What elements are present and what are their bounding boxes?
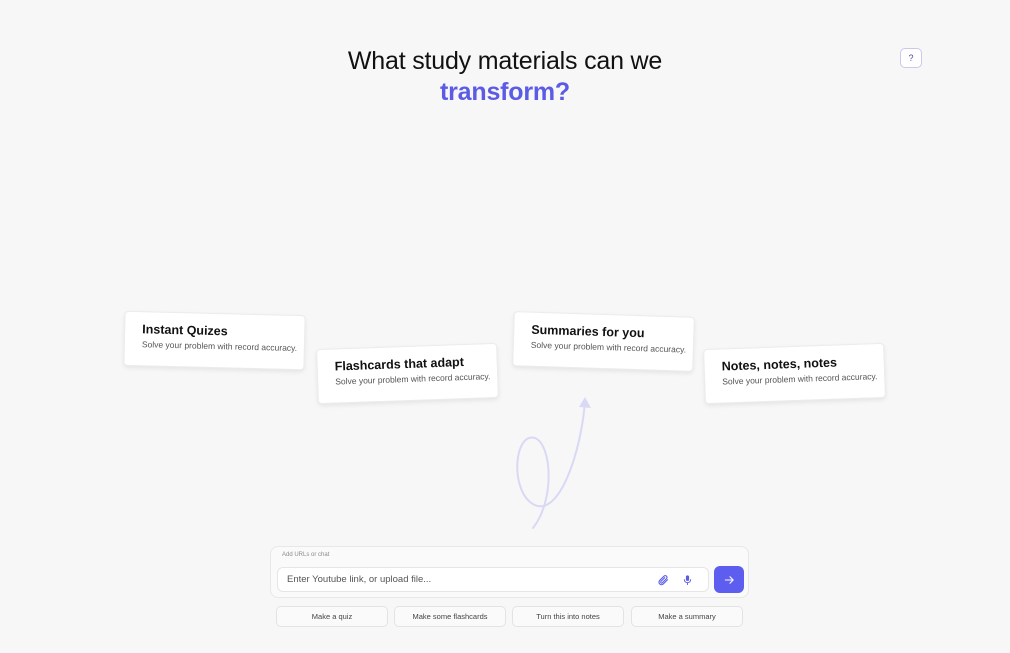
headline-line1: What study materials can we <box>347 47 663 75</box>
suggestion-chip-quiz[interactable]: Make a quiz <box>276 606 388 627</box>
send-button[interactable] <box>714 566 744 593</box>
chat-input-container <box>277 567 709 592</box>
feature-card-summaries: Summaries for you Solve your problem wit… <box>512 311 695 372</box>
feature-card-desc: Solve your problem with record accuracy. <box>141 339 298 354</box>
page-headline: What study materials can we transform? <box>0 46 1010 108</box>
feature-card-notes: Notes, notes, notes Solve your problem w… <box>703 342 886 405</box>
help-button[interactable]: ? <box>900 48 922 68</box>
paperclip-icon[interactable] <box>656 573 670 587</box>
headline-accent: transform? <box>440 78 570 106</box>
feature-card-instant-quizes: Instant Quizes Solve your problem with r… <box>123 310 306 371</box>
microphone-icon[interactable] <box>680 573 694 587</box>
curly-arrow-icon <box>516 397 591 529</box>
arrow-right-icon <box>724 575 734 584</box>
suggestion-chip-flashcards[interactable]: Make some flashcards <box>394 606 506 627</box>
feature-card-flashcards: Flashcards that adapt Solve your problem… <box>316 342 499 405</box>
chat-box-label: Add URLs or chat <box>282 552 330 558</box>
suggestion-chip-notes[interactable]: Turn this into notes <box>512 606 624 627</box>
suggestion-chip-summary[interactable]: Make a summary <box>631 606 743 627</box>
chat-box: Add URLs or chat <box>270 546 749 598</box>
chat-input[interactable] <box>287 568 647 591</box>
